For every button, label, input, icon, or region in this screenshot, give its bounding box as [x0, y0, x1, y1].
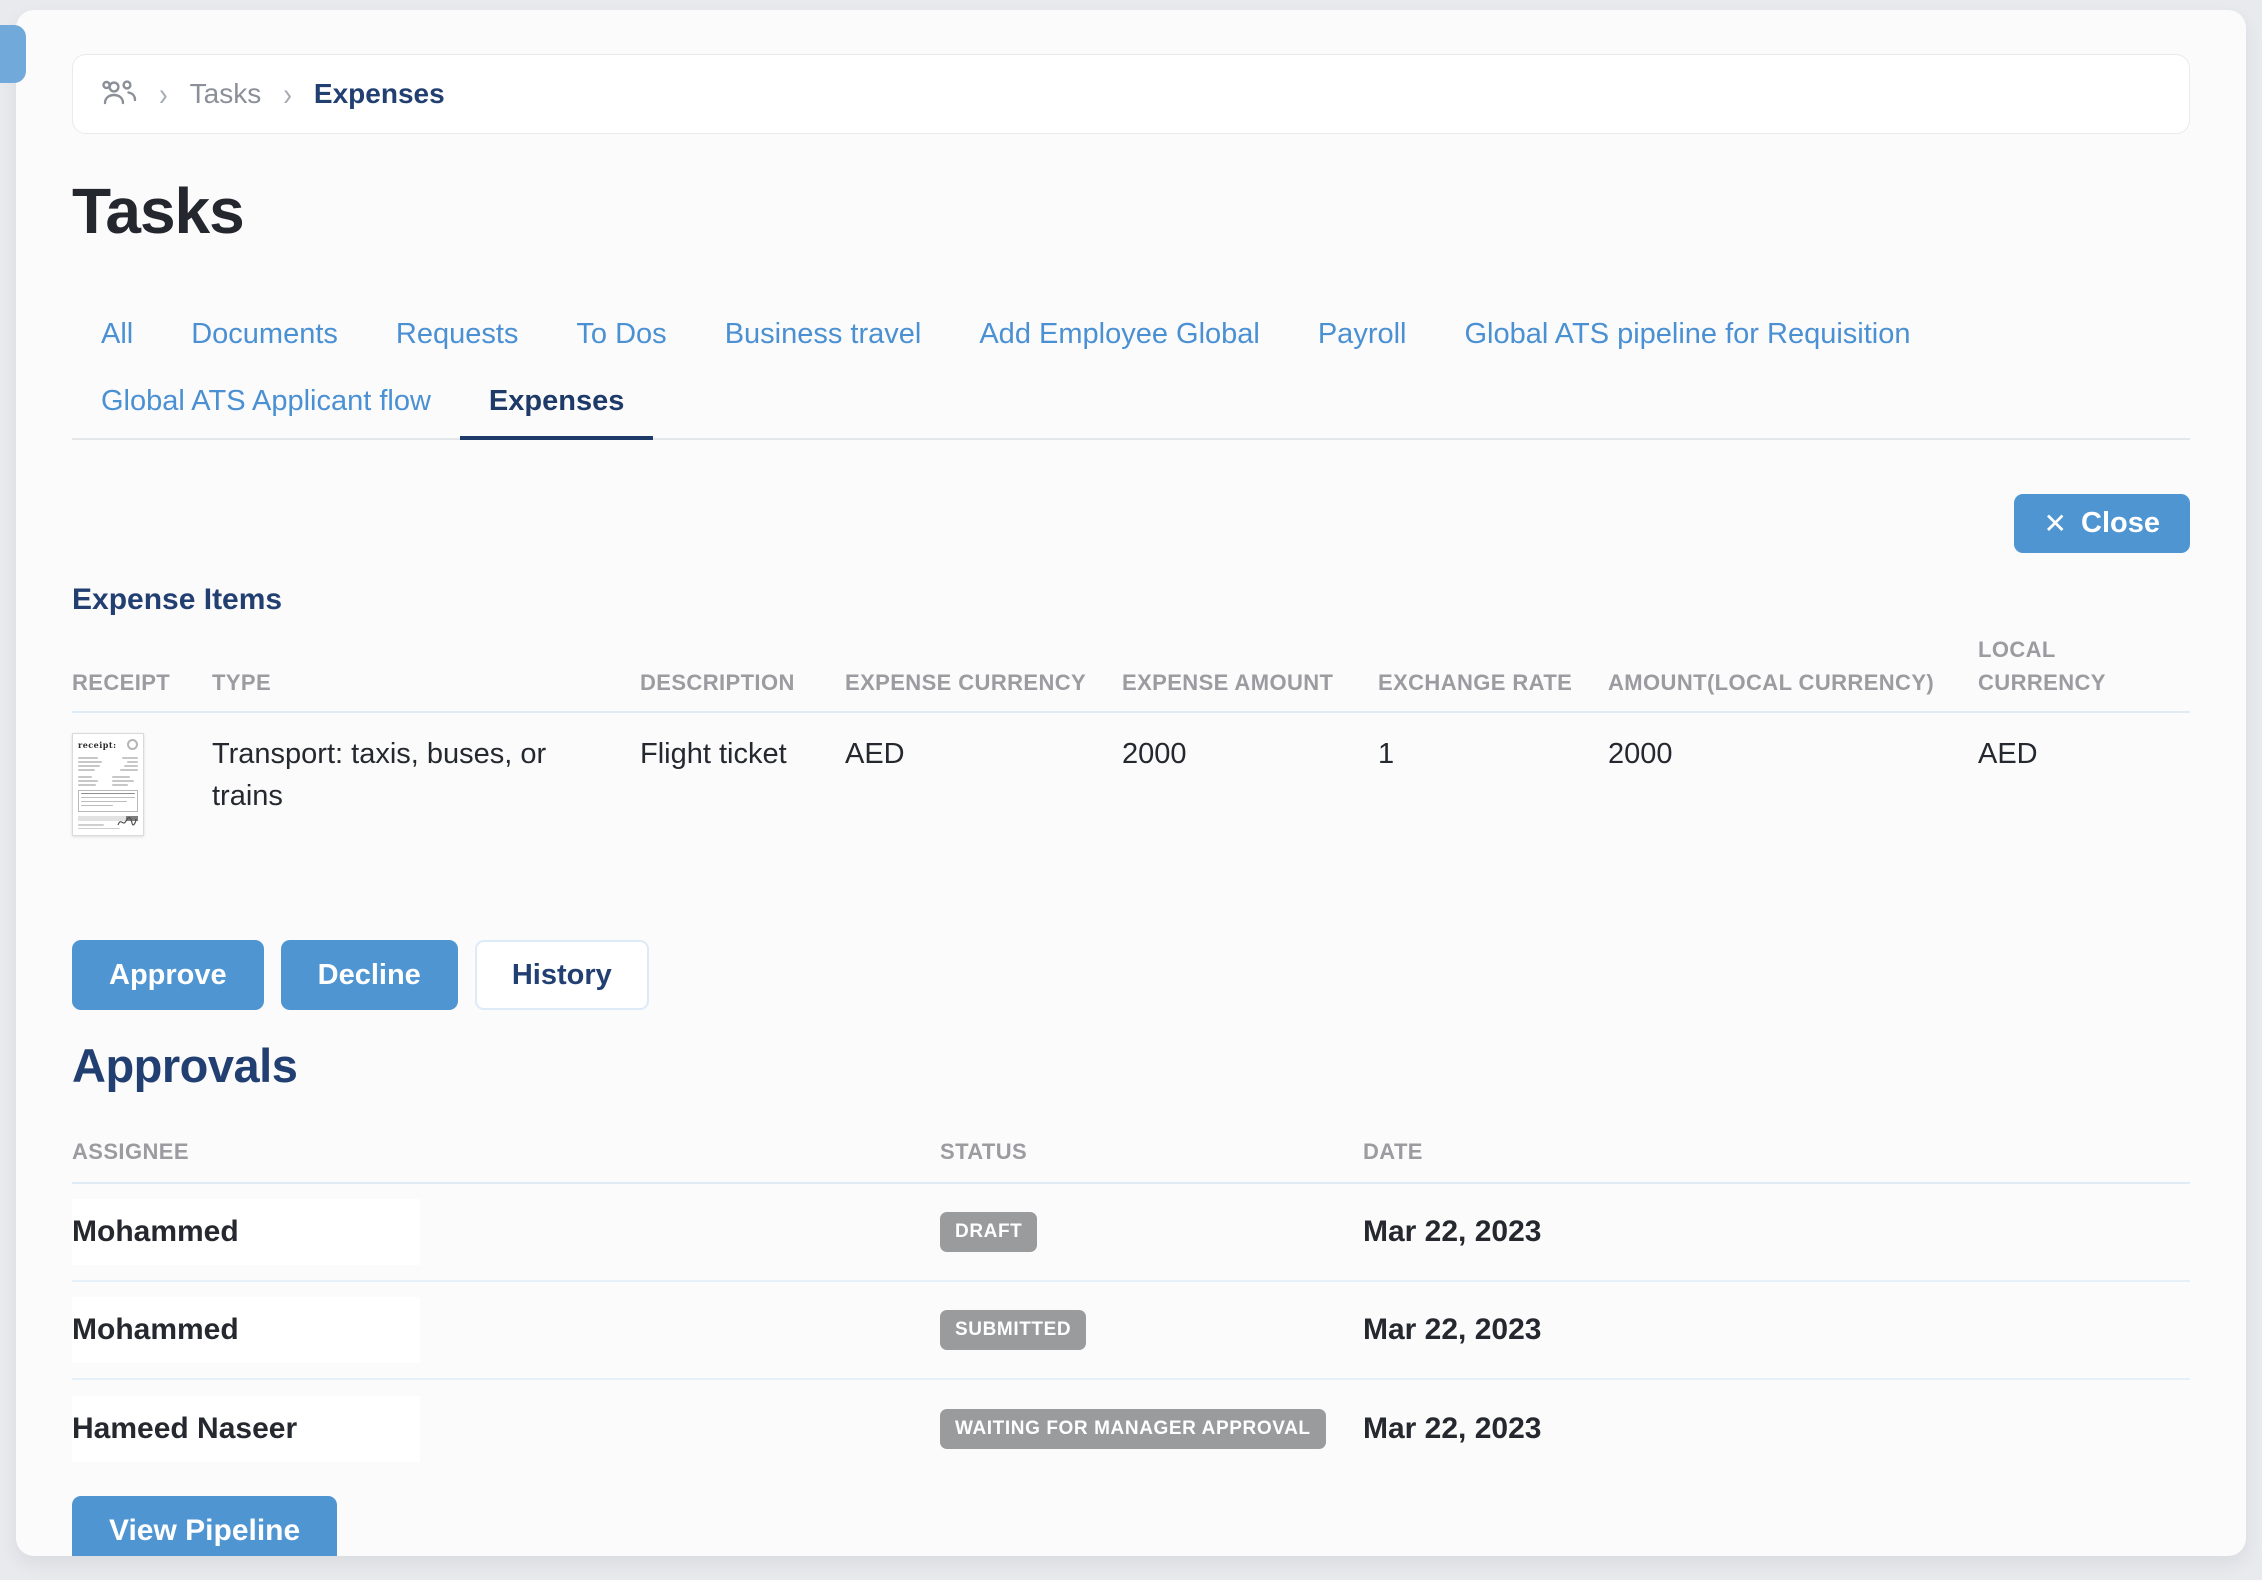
assignee-name: Mohammed	[72, 1215, 239, 1249]
local-currency-cell: AED	[1978, 733, 2190, 775]
tab-row-2: Global ATS Applicant flow Expenses	[72, 371, 2190, 440]
assignee-name: Mohammed	[72, 1313, 239, 1347]
breadcrumb-item-expenses[interactable]: Expenses	[314, 78, 445, 110]
tab-business-travel[interactable]: Business travel	[696, 304, 951, 371]
col-receipt: RECEIPT	[72, 666, 212, 699]
decline-button[interactable]: Decline	[281, 940, 458, 1010]
col-expense-currency: EXPENSE CURRENCY	[845, 666, 1122, 699]
tab-expenses[interactable]: Expenses	[460, 371, 653, 440]
receipt-cell: receipt:	[72, 733, 212, 836]
receipt-lines	[78, 755, 138, 771]
breadcrumb-item-tasks[interactable]: Tasks	[190, 78, 262, 110]
receipt-footer-lines	[78, 822, 138, 829]
expense-currency-cell: AED	[845, 733, 1122, 775]
approval-row: Mohammed DRAFT Mar 22, 2023	[72, 1184, 2190, 1282]
tab-all[interactable]: All	[101, 304, 162, 371]
history-button[interactable]: History	[475, 940, 649, 1010]
approvals-title: Approvals	[72, 1038, 2190, 1093]
amount-local-currency-cell: 2000	[1608, 733, 1978, 775]
receipt-thumbnail[interactable]: receipt:	[72, 733, 144, 836]
users-group-icon[interactable]	[101, 79, 137, 109]
approval-row: Mohammed SUBMITTED Mar 22, 2023	[72, 1282, 2190, 1380]
status-badge: WAITING FOR MANAGER APPROVAL	[940, 1409, 1326, 1449]
assignee-cell: Mohammed	[72, 1199, 420, 1265]
close-icon: ✕	[2044, 507, 2067, 540]
tab-to-dos[interactable]: To Dos	[547, 304, 695, 371]
approval-date: Mar 22, 2023	[1363, 1215, 2190, 1249]
action-buttons: Approve Decline History	[72, 940, 2190, 1010]
chevron-right-icon: ›	[159, 75, 168, 114]
close-button[interactable]: ✕ Close	[2014, 494, 2190, 553]
receipt-signature	[117, 798, 137, 840]
type-cell: Transport: taxis, buses, or trains	[212, 733, 640, 817]
expense-table-header: RECEIPT TYPE DESCRIPTION EXPENSE CURRENC…	[72, 633, 2190, 713]
status-badge: SUBMITTED	[940, 1310, 1086, 1350]
col-status: STATUS	[940, 1135, 1363, 1168]
approval-date: Mar 22, 2023	[1363, 1412, 2190, 1446]
tab-payroll[interactable]: Payroll	[1289, 304, 1436, 371]
col-local-currency: LOCAL CURRENCY	[1978, 633, 2190, 699]
col-exchange-rate: EXCHANGE RATE	[1378, 666, 1608, 699]
view-pipeline-button[interactable]: View Pipeline	[72, 1496, 337, 1556]
tab-row-1: All Documents Requests To Dos Business t…	[72, 304, 2190, 371]
page-title: Tasks	[72, 174, 2190, 248]
col-date: DATE	[1363, 1135, 2190, 1168]
close-row: ✕ Close	[72, 494, 2190, 553]
close-button-label: Close	[2081, 507, 2160, 540]
tab-documents[interactable]: Documents	[162, 304, 367, 371]
main-panel: › Tasks › Expenses Tasks All Documents R…	[16, 10, 2246, 1556]
col-expense-amount: EXPENSE AMOUNT	[1122, 666, 1378, 699]
approvals-table-header: ASSIGNEE STATUS DATE	[72, 1135, 2190, 1184]
expense-amount-cell: 2000	[1122, 733, 1378, 775]
breadcrumb: › Tasks › Expenses	[72, 54, 2190, 134]
tab-bar: All Documents Requests To Dos Business t…	[72, 304, 2190, 440]
approval-row: Hameed Naseer WAITING FOR MANAGER APPROV…	[72, 1380, 2190, 1478]
receipt-lines	[78, 774, 138, 786]
tab-global-ats-pipeline-for-requisition[interactable]: Global ATS pipeline for Requisition	[1436, 304, 1940, 371]
chevron-right-icon: ›	[283, 75, 292, 114]
sidebar-toggle[interactable]	[0, 25, 26, 83]
col-description: DESCRIPTION	[640, 666, 845, 699]
status-badge: DRAFT	[940, 1212, 1037, 1252]
exchange-rate-cell: 1	[1378, 733, 1608, 775]
col-amount-local-currency: AMOUNT(LOCAL CURRENCY)	[1608, 666, 1978, 699]
tab-requests[interactable]: Requests	[367, 304, 548, 371]
assignee-cell: Hameed Naseer	[72, 1396, 420, 1462]
receipt-stamp	[127, 739, 138, 750]
approve-button[interactable]: Approve	[72, 940, 264, 1010]
assignee-cell: Mohammed	[72, 1297, 420, 1363]
tab-add-employee-global[interactable]: Add Employee Global	[950, 304, 1289, 371]
col-type: TYPE	[212, 666, 640, 699]
approval-date: Mar 22, 2023	[1363, 1313, 2190, 1347]
col-assignee: ASSIGNEE	[72, 1135, 940, 1168]
tab-global-ats-applicant-flow[interactable]: Global ATS Applicant flow	[101, 371, 460, 438]
expense-table-row: receipt:	[72, 713, 2190, 836]
description-cell: Flight ticket	[640, 733, 845, 775]
assignee-name: Hameed Naseer	[72, 1412, 297, 1446]
expense-items-title: Expense Items	[72, 583, 2190, 617]
